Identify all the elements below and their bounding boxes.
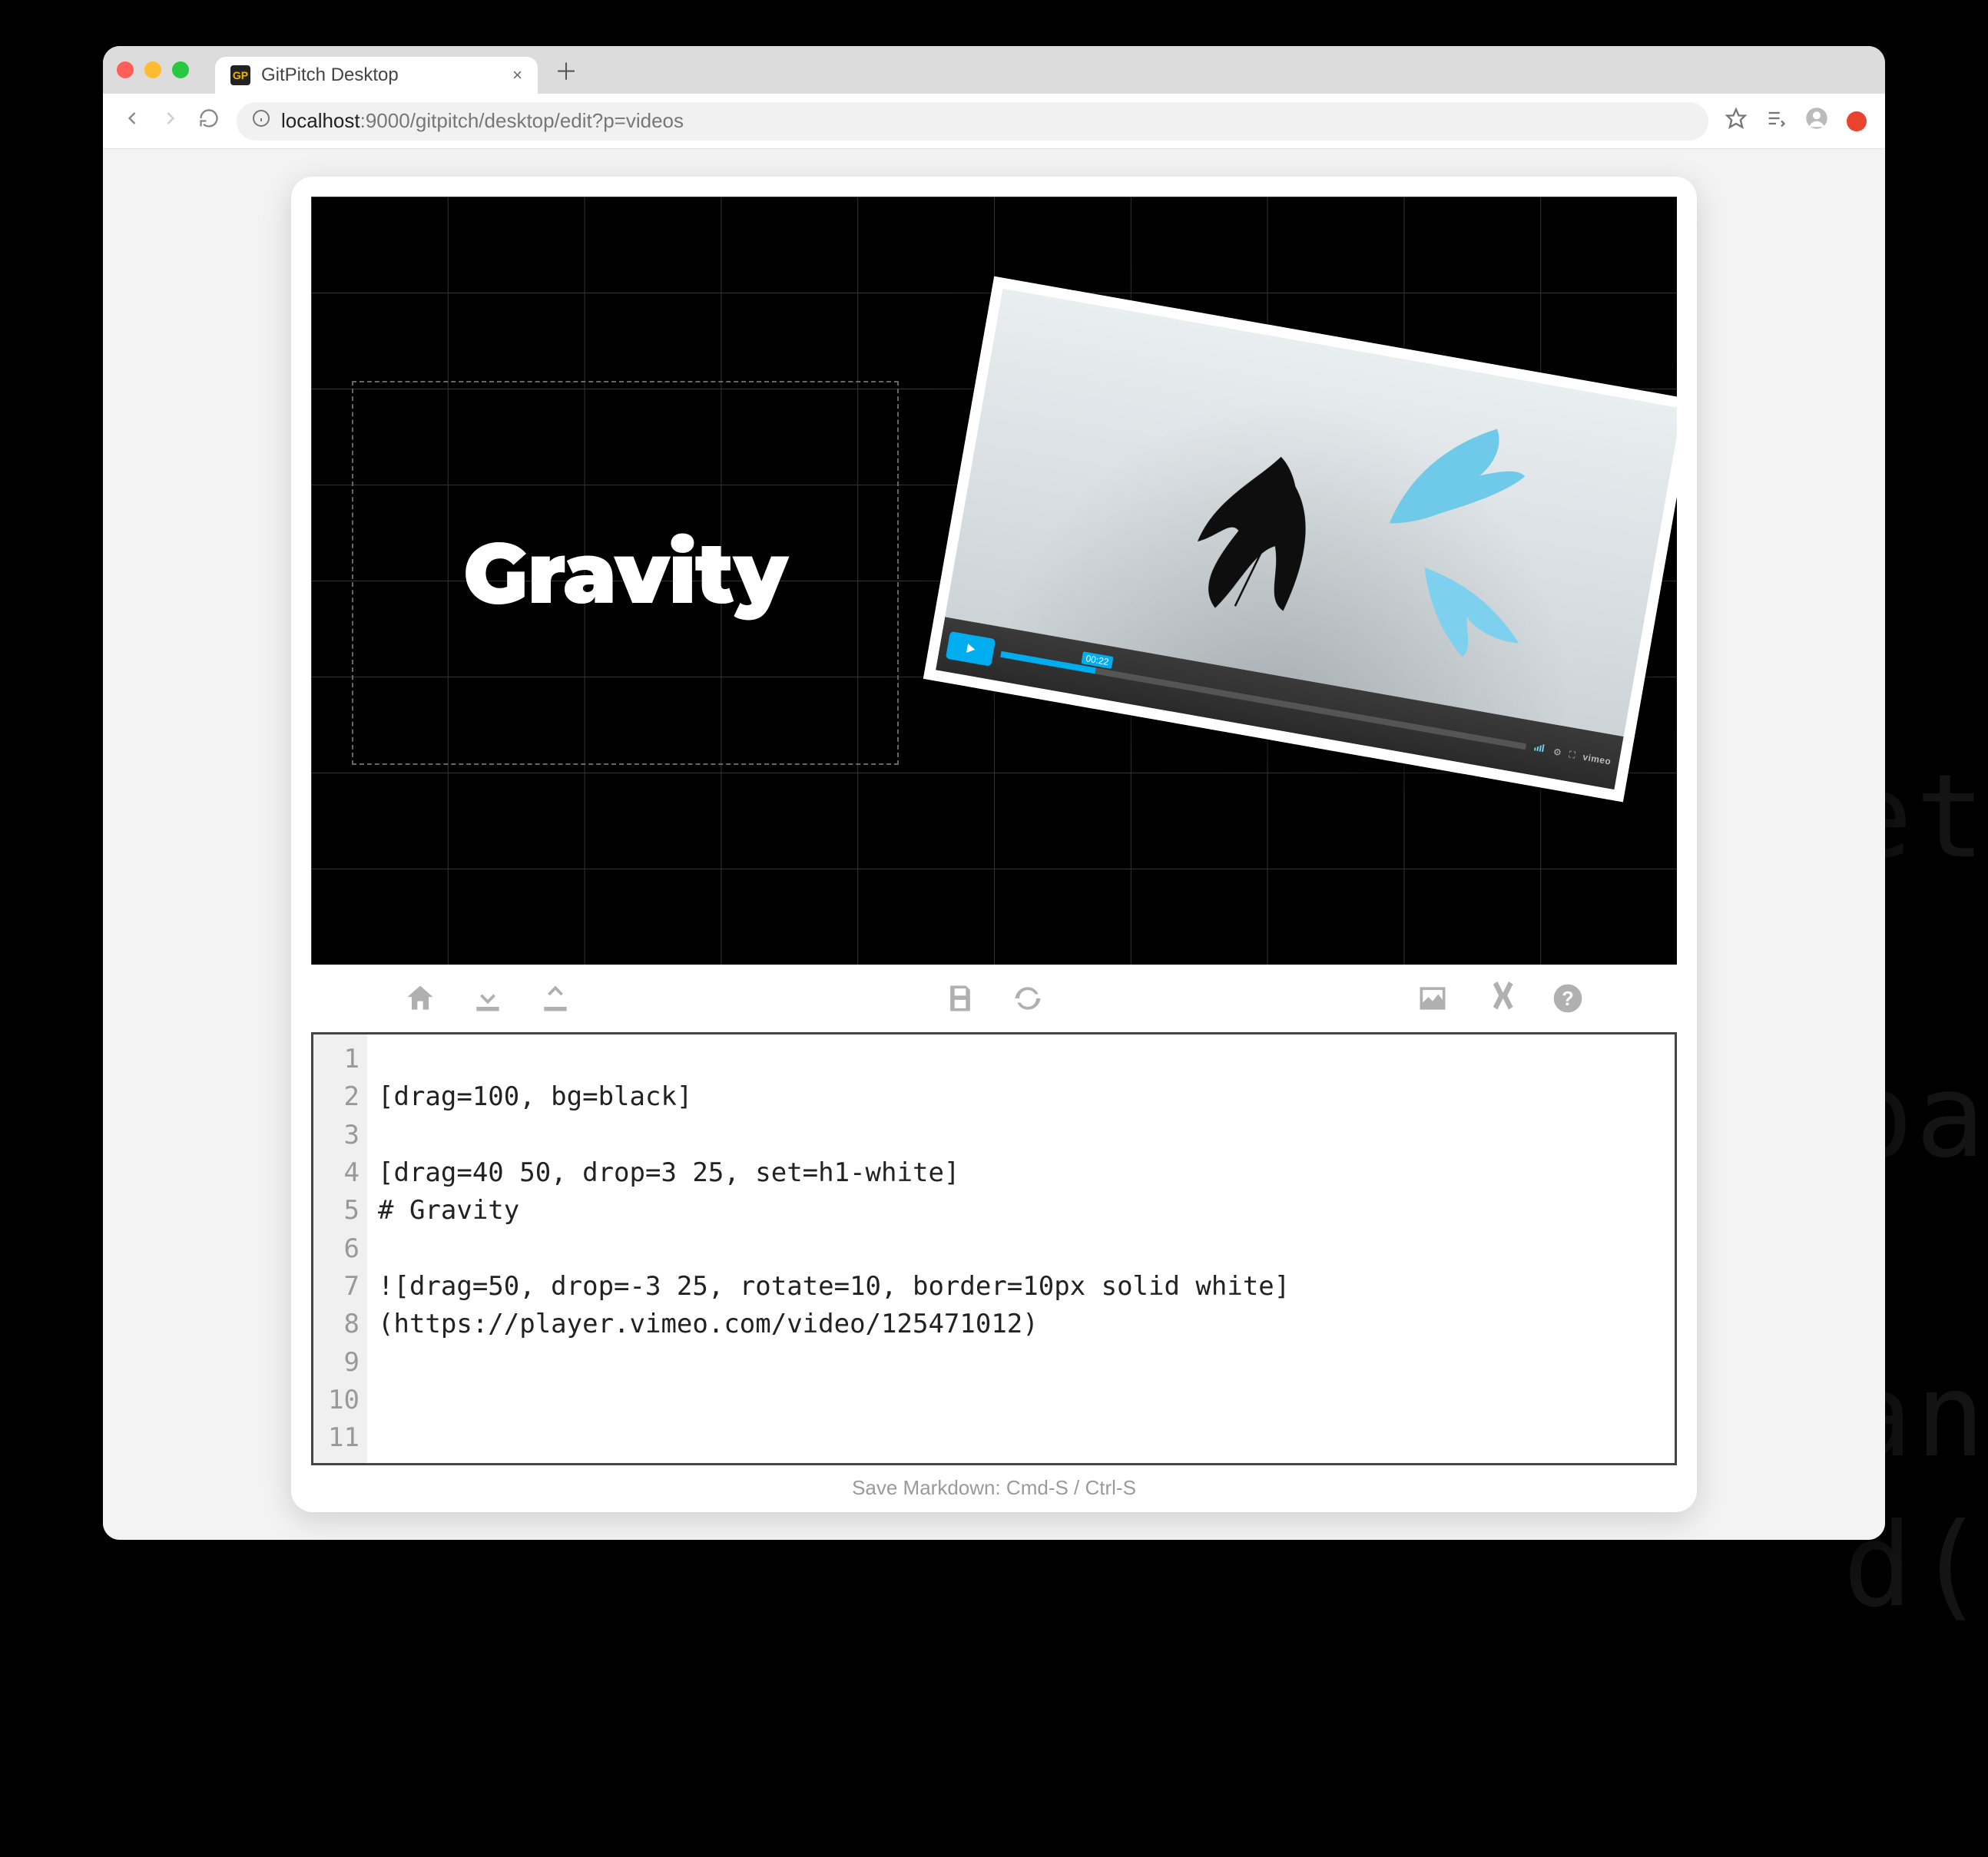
- help-button[interactable]: ?: [1551, 981, 1585, 1015]
- slide-video-frame[interactable]: 00:22 ⚙ ⛶ vimeo: [923, 276, 1677, 803]
- address-bar: localhost:9000/gitpitch/desktop/edit?p=v…: [103, 94, 1885, 149]
- bookmark-star-icon[interactable]: [1725, 108, 1747, 134]
- svg-text:?: ?: [1562, 988, 1574, 1010]
- home-button[interactable]: [403, 981, 437, 1015]
- window-zoom-button[interactable]: [172, 61, 189, 78]
- tab-close-icon[interactable]: ×: [512, 65, 522, 85]
- feather-blue-1: [1351, 394, 1552, 562]
- app-card: Gravity: [291, 177, 1697, 1512]
- window-minimize-button[interactable]: [144, 61, 161, 78]
- save-button[interactable]: [943, 981, 977, 1015]
- slide-title: Gravity: [463, 521, 787, 624]
- video-volume-icon[interactable]: [1532, 741, 1546, 757]
- image-button[interactable]: [1416, 981, 1450, 1015]
- url-host: localhost: [281, 109, 360, 132]
- upload-button[interactable]: [538, 981, 572, 1015]
- browser-tab[interactable]: GP GitPitch Desktop ×: [215, 57, 538, 94]
- profile-avatar-icon[interactable]: [1805, 107, 1828, 135]
- video-settings-icon[interactable]: ⚙: [1552, 746, 1562, 759]
- url-input[interactable]: localhost:9000/gitpitch/desktop/edit?p=v…: [237, 102, 1708, 141]
- browser-viewport: Gravity: [103, 149, 1885, 1540]
- nav-back-icon[interactable]: [121, 108, 143, 134]
- snippets-button[interactable]: [1483, 981, 1517, 1015]
- window-controls: [117, 61, 189, 78]
- new-tab-button[interactable]: ＋: [555, 53, 578, 87]
- url-port: :9000: [360, 109, 410, 132]
- nav-forward-icon: [160, 108, 181, 134]
- nav-reload-icon[interactable]: [198, 108, 220, 134]
- slide-preview[interactable]: Gravity: [311, 197, 1677, 965]
- video-fullscreen-icon[interactable]: ⛶: [1568, 749, 1576, 761]
- markdown-editor[interactable]: 1 2 3 4 5 6 7 8 9 10 11 [drag=100, bg=bl…: [311, 1032, 1677, 1465]
- tab-strip: GP GitPitch Desktop × ＋: [103, 46, 1885, 94]
- video-play-button[interactable]: [946, 631, 996, 667]
- editor-toolbar: ?: [311, 965, 1677, 1032]
- video-provider-label: vimeo: [1582, 751, 1612, 766]
- tab-title: GitPitch Desktop: [261, 65, 399, 86]
- editor-code[interactable]: [drag=100, bg=black] [drag=40 50, drop=3…: [367, 1034, 1675, 1463]
- extension-badge-icon[interactable]: [1847, 111, 1867, 131]
- browser-window: GP GitPitch Desktop × ＋ localho: [103, 46, 1885, 1540]
- site-info-icon[interactable]: [252, 109, 270, 133]
- refresh-button[interactable]: [1011, 981, 1045, 1015]
- editor-gutter: 1 2 3 4 5 6 7 8 9 10 11: [313, 1034, 367, 1463]
- slide-title-box: Gravity: [352, 381, 898, 765]
- url-path: /gitpitch/desktop/edit?p=videos: [410, 109, 684, 132]
- feather-blue-2: [1386, 541, 1556, 681]
- feather-black: [1156, 432, 1377, 641]
- status-hint: Save Markdown: Cmd-S / Ctrl-S: [311, 1465, 1677, 1501]
- window-close-button[interactable]: [117, 61, 134, 78]
- download-button[interactable]: [471, 981, 505, 1015]
- reading-list-icon[interactable]: [1765, 108, 1787, 134]
- video-thumbnail: 00:22 ⚙ ⛶ vimeo: [936, 289, 1677, 789]
- tab-favicon: GP: [230, 65, 250, 85]
